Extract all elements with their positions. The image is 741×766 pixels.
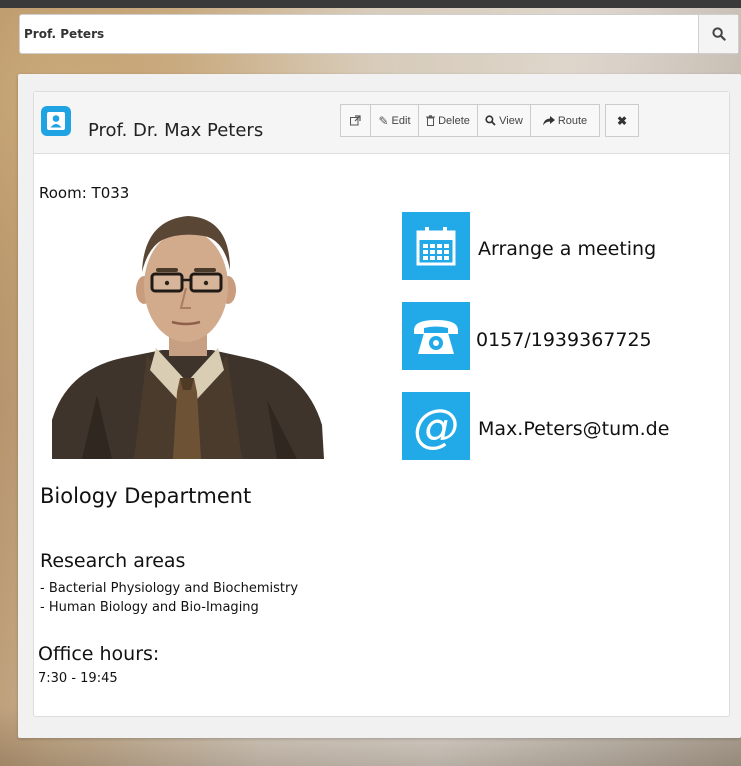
top-bar — [0, 0, 741, 8]
department-name: Biology Department — [40, 484, 252, 508]
view-button[interactable]: View — [478, 104, 531, 137]
list-item: - Bacterial Physiology and Biochemistry — [40, 581, 299, 596]
pencil-icon: ✎ — [378, 113, 389, 128]
route-button[interactable]: Route — [531, 104, 600, 137]
action-button-group: ✎ Edit Delete View Route — [340, 104, 600, 137]
search-input[interactable] — [20, 15, 698, 53]
phone-tile[interactable] — [402, 302, 470, 370]
person-card-container: Prof. Dr. Max Peters ✎ Edit Delete View … — [18, 74, 741, 738]
at-sign-icon: @ — [413, 399, 459, 453]
panel-header: Prof. Dr. Max Peters ✎ Edit Delete View … — [34, 92, 729, 154]
person-name-title: Prof. Dr. Max Peters — [88, 120, 264, 141]
panel-toolbar: ✎ Edit Delete View Route ✖ — [340, 104, 639, 137]
room-number: Room: T033 — [39, 184, 130, 202]
office-hours-value: 7:30 - 19:45 — [38, 671, 118, 686]
research-areas-heading: Research areas — [40, 550, 186, 572]
search-icon — [711, 27, 726, 41]
portrait-photo — [52, 210, 324, 459]
external-link-icon — [350, 115, 361, 126]
person-panel: Prof. Dr. Max Peters ✎ Edit Delete View … — [33, 91, 730, 717]
trash-icon — [426, 115, 436, 126]
contact-card-icon — [41, 106, 71, 136]
email-tile[interactable]: @ — [402, 392, 470, 460]
delete-label: Delete — [438, 114, 470, 127]
search-bar — [19, 14, 739, 54]
research-areas-list: - Bacterial Physiology and Biochemistry … — [40, 579, 298, 617]
view-label: View — [499, 114, 523, 127]
edit-label: Edit — [391, 114, 411, 127]
arrange-meeting-link[interactable]: Arrange a meeting — [478, 238, 656, 260]
list-item: - Human Biology and Bio-Imaging — [40, 600, 259, 615]
meeting-tile[interactable] — [402, 212, 470, 280]
edit-button[interactable]: ✎ Edit — [371, 104, 419, 137]
phone-number[interactable]: 0157/1939367725 — [476, 329, 652, 351]
email-address[interactable]: Max.Peters@tum.de — [478, 418, 669, 440]
search-icon — [485, 115, 496, 126]
search-button[interactable] — [698, 15, 738, 53]
share-arrow-icon — [542, 115, 555, 125]
route-label: Route — [557, 114, 588, 127]
phone-icon — [414, 320, 458, 354]
office-hours-heading: Office hours: — [38, 643, 160, 665]
open-external-button[interactable] — [340, 104, 371, 137]
delete-button[interactable]: Delete — [419, 104, 478, 137]
calendar-icon — [416, 227, 456, 266]
close-icon: ✖ — [616, 113, 628, 128]
close-button[interactable]: ✖ — [605, 104, 639, 137]
